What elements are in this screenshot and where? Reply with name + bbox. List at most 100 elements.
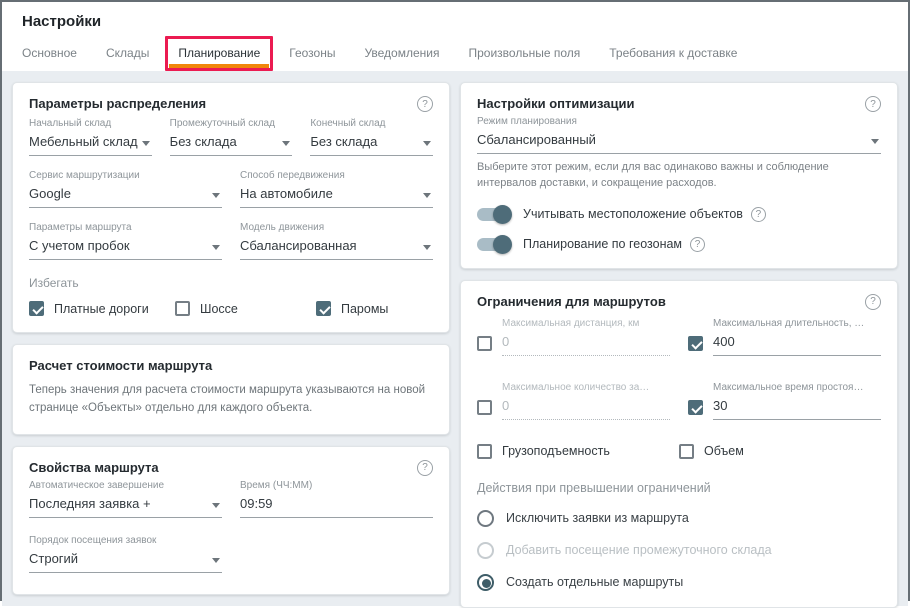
max-idle-checkbox[interactable]: [688, 400, 703, 415]
card-title: Ограничения для маршрутов: [477, 294, 666, 309]
help-icon[interactable]: [417, 96, 433, 112]
visit-order-select[interactable]: Порядок посещения заявок Строгий: [29, 535, 222, 573]
route-cost-card: Расчет стоимости маршрута Теперь значени…: [12, 344, 450, 435]
help-icon[interactable]: [865, 96, 881, 112]
radio-label: Добавить посещение промежуточного склада: [506, 543, 772, 557]
field-label: Время (ЧЧ:ММ): [240, 480, 433, 491]
card-title: Расчет стоимости маршрута: [29, 358, 433, 373]
max-idle-limit: Максимальное время простоя… 30: [688, 382, 881, 420]
checkbox-icon: [679, 444, 694, 459]
volume-checkbox[interactable]: Объем: [679, 444, 881, 459]
route-cost-description: Теперь значения для расчета стоимости ма…: [29, 382, 433, 418]
checkbox-icon: [316, 301, 331, 316]
field-label: Максимальное количество за…: [502, 382, 670, 393]
start-warehouse-select[interactable]: Начальный склад Мебельный склад: [29, 118, 152, 156]
tab-notifications[interactable]: Уведомления: [364, 40, 439, 71]
planning-mode-hint: Выберите этот режим, если для вас одинак…: [477, 160, 881, 192]
checkbox-icon: [477, 444, 492, 459]
dropdown-arrow-icon: [212, 558, 220, 563]
action-create-separate-routes-radio[interactable]: Создать отдельные маршруты: [477, 574, 881, 591]
max-orders-checkbox[interactable]: [477, 400, 492, 415]
max-distance-checkbox[interactable]: [477, 336, 492, 351]
routing-service-select[interactable]: Сервис маршрутизации Google: [29, 170, 222, 208]
toggle-knob: [493, 205, 512, 224]
tab-label: Уведомления: [364, 46, 439, 60]
dropdown-arrow-icon: [212, 245, 220, 250]
tab-geofences[interactable]: Геозоны: [289, 40, 335, 71]
checkbox-icon: [175, 301, 190, 316]
page-title: Настройки: [22, 13, 888, 30]
geofence-planning-toggle[interactable]: [477, 238, 510, 251]
max-distance-limit: Максимальная дистанция, км 0: [477, 318, 670, 356]
checkbox-label: Платные дороги: [54, 302, 149, 316]
route-parameters-select[interactable]: Параметры маршрута С учетом пробок: [29, 222, 222, 260]
tab-label: Планирование: [178, 46, 260, 60]
travel-mode-select[interactable]: Способ передвижения На автомобиле: [240, 170, 433, 208]
help-icon[interactable]: [865, 294, 881, 310]
planning-mode-select[interactable]: Режим планирования Сбалансированный: [477, 116, 881, 154]
max-duration-limit: Максимальная длительность, … 400: [688, 318, 881, 356]
field-label: Способ передвижения: [240, 170, 433, 181]
field-value: 09:59: [240, 496, 273, 511]
field-label: Режим планирования: [477, 116, 881, 127]
help-icon[interactable]: [417, 460, 433, 476]
field-value: С учетом пробок: [29, 238, 130, 253]
avoid-ferries-checkbox[interactable]: Паромы: [316, 301, 388, 316]
consider-object-locations-toggle[interactable]: [477, 208, 510, 221]
action-add-depot-visit-radio: Добавить посещение промежуточного склада: [477, 542, 881, 559]
field-value: 0: [502, 334, 509, 349]
tab-label: Геозоны: [289, 46, 335, 60]
tab-label: Требования к доставке: [609, 46, 737, 60]
toggle-row-locations: Учитывать местоположение объектов: [477, 207, 881, 222]
checkbox-icon: [29, 301, 44, 316]
dropdown-arrow-icon: [212, 503, 220, 508]
field-value: Сбалансированная: [240, 238, 357, 253]
field-label: Автоматическое завершение: [29, 480, 222, 491]
checkbox-label: Объем: [704, 444, 744, 458]
traffic-model-select[interactable]: Модель движения Сбалансированная: [240, 222, 433, 260]
dropdown-arrow-icon: [423, 245, 431, 250]
field-value: Мебельный склад: [29, 134, 138, 149]
avoid-options-row: Платные дороги Шоссе Паромы: [29, 301, 433, 316]
field-label: Параметры маршрута: [29, 222, 222, 233]
toggle-row-geofences: Планирование по геозонам: [477, 237, 881, 252]
checkbox-label: Грузоподъемность: [502, 444, 610, 458]
max-idle-input[interactable]: Максимальное время простоя… 30: [713, 382, 881, 420]
checkbox-label: Шоссе: [200, 302, 238, 316]
tab-general[interactable]: Основное: [22, 40, 77, 71]
capacity-volume-row: Грузоподъемность Объем: [477, 444, 881, 459]
field-value: Сбалансированный: [477, 132, 596, 147]
avoid-toll-roads-checkbox[interactable]: Платные дороги: [29, 301, 175, 316]
radio-icon: [477, 542, 494, 559]
radio-label: Создать отдельные маршруты: [506, 575, 683, 589]
tab-planning[interactable]: Планирование: [178, 40, 260, 71]
radio-icon: [477, 510, 494, 527]
capacity-checkbox[interactable]: Грузоподъемность: [477, 444, 679, 459]
action-exclude-orders-radio[interactable]: Исключить заявки из маршрута: [477, 510, 881, 527]
tab-label: Основное: [22, 46, 77, 60]
help-icon[interactable]: [751, 207, 766, 222]
toggle-label: Планирование по геозонам: [523, 237, 682, 251]
avoid-highways-checkbox[interactable]: Шоссе: [175, 301, 316, 316]
right-column: Настройки оптимизации Режим планирования…: [460, 82, 898, 595]
toggle-label: Учитывать местоположение объектов: [523, 207, 743, 221]
left-column: Параметры распределения Начальный склад …: [12, 82, 450, 595]
max-duration-checkbox[interactable]: [688, 336, 703, 351]
tab-warehouses[interactable]: Склады: [106, 40, 149, 71]
radio-label: Исключить заявки из маршрута: [506, 511, 689, 525]
time-input[interactable]: Время (ЧЧ:ММ) 09:59: [240, 480, 433, 518]
max-distance-input: Максимальная дистанция, км 0: [502, 318, 670, 356]
end-warehouse-select[interactable]: Конечный склад Без склада: [310, 118, 433, 156]
field-value: Без склада: [310, 134, 377, 149]
intermediate-warehouse-select[interactable]: Промежуточный склад Без склада: [170, 118, 293, 156]
toggle-knob: [493, 235, 512, 254]
auto-finish-select[interactable]: Автоматическое завершение Последняя заяв…: [29, 480, 222, 518]
field-value: Без склада: [170, 134, 237, 149]
help-icon[interactable]: [690, 237, 705, 252]
tab-delivery-requirements[interactable]: Требования к доставке: [609, 40, 737, 71]
tab-custom-fields[interactable]: Произвольные поля: [468, 40, 580, 71]
max-duration-input[interactable]: Максимальная длительность, … 400: [713, 318, 881, 356]
dropdown-arrow-icon: [282, 141, 290, 146]
field-value: Последняя заявка +: [29, 496, 151, 511]
route-limits-card: Ограничения для маршрутов Максимальная д…: [460, 280, 898, 608]
